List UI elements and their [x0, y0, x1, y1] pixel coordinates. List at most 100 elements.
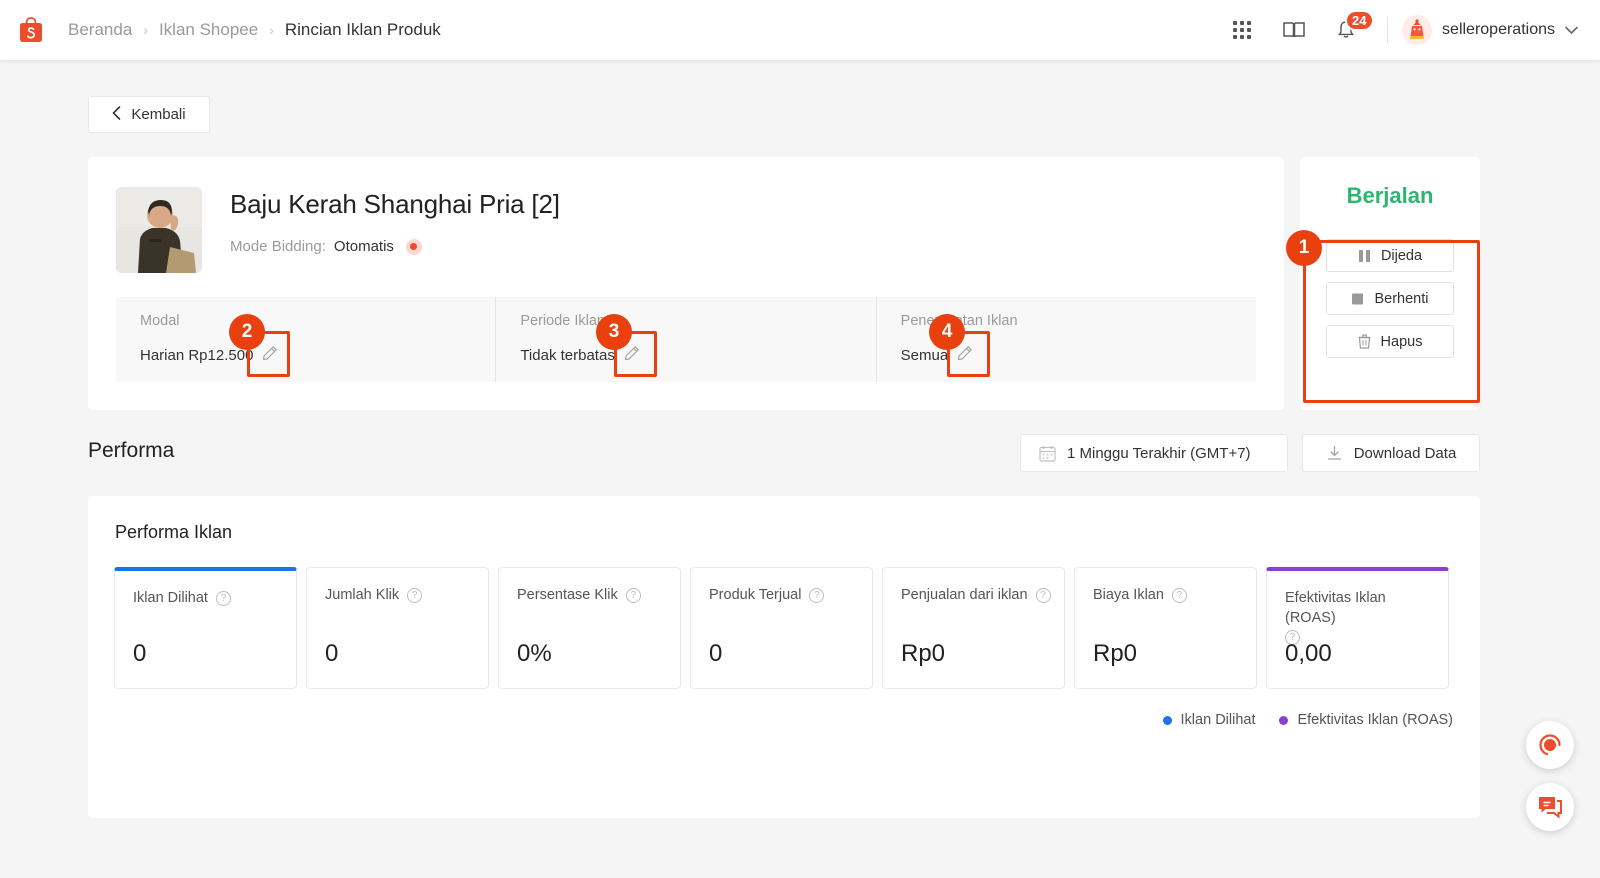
metric-label: Biaya Iklan — [1093, 587, 1164, 603]
header-divider — [1387, 17, 1389, 43]
stop-icon — [1351, 292, 1364, 306]
stat-periode-value: Tidak terbatas — [520, 346, 615, 364]
metric-card-efektivitas-iklan-roas[interactable]: Efektivitas Iklan (ROAS) ? 0,00 — [1266, 567, 1449, 689]
metric-value: Rp0 — [901, 640, 946, 667]
delete-button[interactable]: Hapus — [1326, 325, 1454, 358]
legend-item-iklan-dilihat[interactable]: Iklan Dilihat — [1162, 712, 1256, 728]
periode-edit-pencil-icon[interactable] — [624, 345, 640, 365]
metric-label-wrap: Biaya Iklan ? — [1093, 586, 1245, 606]
metric-card-jumlah-klik[interactable]: Jumlah Klik ? 0 — [306, 567, 489, 689]
header-actions: 24 selleroperations — [1207, 10, 1578, 47]
metric-value: 0 — [133, 640, 147, 667]
calendar-icon — [1039, 445, 1056, 462]
breadcrumb-item-iklan-shopee[interactable]: Iklan Shopee — [159, 20, 258, 40]
metric-card-penjualan-dari-iklan[interactable]: Penjualan dari iklan ? Rp0 — [882, 567, 1065, 689]
avatar[interactable] — [1402, 15, 1433, 45]
metric-label-wrap: Persentase Klik ? — [517, 586, 669, 606]
download-icon — [1326, 445, 1343, 462]
help-icon[interactable]: ? — [407, 588, 423, 603]
chevron-down-icon[interactable] — [1565, 23, 1578, 38]
status-action-buttons: Dijeda Berhenti Hapus — [1326, 239, 1454, 358]
delete-button-label: Hapus — [1380, 333, 1423, 350]
metric-cards: Iklan Dilihat ? 0 Jumlah Klik ? 0 Persen… — [114, 567, 1449, 689]
page-title: Performa — [88, 439, 175, 462]
headset-icon — [1539, 734, 1561, 756]
legend-label: Iklan Dilihat — [1180, 712, 1256, 728]
stat-penempatan-value-row: Semua — [901, 345, 1256, 365]
product-stats-row: Modal Harian Rp12.500 Periode Iklan Tida… — [116, 297, 1256, 382]
legend-label: Efektivitas Iklan (ROAS) — [1297, 712, 1453, 728]
metric-label-wrap: Penjualan dari iklan ? — [901, 586, 1053, 606]
stat-modal-value-row: Harian Rp12.500 — [140, 345, 495, 365]
breadcrumb-separator: › — [143, 22, 148, 38]
metric-card-biaya-iklan[interactable]: Biaya Iklan ? Rp0 — [1074, 567, 1257, 689]
metric-label-wrap: Efektivitas Iklan (ROAS) ? — [1285, 589, 1437, 646]
help-icon[interactable]: ? — [625, 588, 641, 603]
breadcrumb-item-rincian-iklan-produk: Rincian Iklan Produk — [284, 20, 441, 39]
metric-value: 0,00 — [1285, 640, 1332, 667]
metric-label: Penjualan dari iklan — [901, 587, 1028, 603]
metric-card-iklan-dilihat[interactable]: Iklan Dilihat ? 0 — [114, 567, 297, 689]
metric-label-wrap: Iklan Dilihat ? — [133, 589, 285, 609]
ad-status-panel: Berjalan Dijeda Berhenti Hapus — [1300, 157, 1480, 410]
stop-button[interactable]: Berhenti — [1326, 282, 1454, 315]
stat-periode-label: Periode Iklan — [520, 313, 605, 329]
back-button[interactable]: Kembali — [88, 96, 210, 133]
help-icon[interactable]: ? — [809, 588, 825, 603]
metric-value: Rp0 — [1093, 640, 1138, 667]
performance-header: Performa 1 Minggu Terakhir (GMT+7) Downl… — [88, 434, 1480, 476]
stop-button-label: Berhenti — [1374, 290, 1429, 307]
help-icon[interactable]: ? — [1035, 588, 1051, 603]
pause-icon — [1358, 249, 1371, 263]
apps-grid-icon[interactable] — [1225, 13, 1259, 47]
bidding-mode-label: Mode Bidding: — [230, 238, 326, 255]
username-label[interactable]: selleroperations — [1442, 21, 1555, 39]
notification-count-badge: 24 — [1345, 10, 1374, 31]
bidding-mode-row: Mode Bidding: Otomatis — [230, 238, 560, 255]
metric-label-wrap: Produk Terjual ? — [709, 586, 861, 606]
stat-penempatan-label: Penempatan Iklan — [900, 313, 1018, 329]
metric-label: Persentase Klik — [517, 587, 618, 603]
penempatan-edit-pencil-icon[interactable] — [957, 345, 973, 365]
pause-button-label: Dijeda — [1380, 247, 1423, 264]
chat-fab[interactable] — [1526, 783, 1574, 831]
metric-value: 0 — [709, 640, 723, 667]
breadcrumb-item-beranda[interactable]: Beranda — [68, 20, 132, 40]
date-range-picker[interactable]: 1 Minggu Terakhir (GMT+7) — [1020, 434, 1288, 472]
help-icon[interactable]: ? — [215, 591, 231, 606]
legend-item-efektivitas-iklan-roas[interactable]: Efektivitas Iklan (ROAS) — [1279, 712, 1453, 728]
metric-card-produk-terjual[interactable]: Produk Terjual ? 0 — [690, 567, 873, 689]
bell-icon[interactable]: 24 — [1329, 10, 1374, 47]
product-thumbnail[interactable] — [116, 187, 202, 273]
bidding-status-dot-icon — [405, 238, 422, 255]
performance-chart-card: Performa Iklan Iklan Dilihat ? 0 Jumlah … — [88, 496, 1480, 818]
modal-edit-pencil-icon[interactable] — [262, 345, 278, 365]
metric-value: 0% — [517, 640, 552, 667]
product-info-card: Baju Kerah Shanghai Pria [2] Mode Biddin… — [88, 157, 1284, 410]
book-icon[interactable] — [1277, 13, 1311, 47]
shopee-bag-logo-icon[interactable] — [14, 13, 48, 47]
stat-penempatan-iklan: Penempatan Iklan Semua — [875, 297, 1256, 382]
metric-label: Iklan Dilihat — [133, 590, 208, 606]
chart-legend: Iklan Dilihat Efektivitas Iklan (ROAS) — [1162, 712, 1453, 728]
pause-button[interactable]: Dijeda — [1326, 239, 1454, 272]
date-range-label: 1 Minggu Terakhir (GMT+7) — [1067, 444, 1251, 462]
support-fab[interactable] — [1526, 721, 1574, 769]
trash-icon — [1358, 334, 1371, 349]
metric-value: 0 — [325, 640, 339, 667]
help-icon[interactable]: ? — [1171, 588, 1187, 603]
chat-icon — [1539, 797, 1562, 819]
metric-label: Produk Terjual — [709, 587, 802, 603]
breadcrumb: Beranda › Iklan Shopee › Rincian Iklan P… — [68, 20, 441, 40]
stat-penempatan-value: Semua — [900, 346, 949, 364]
stat-modal-label: Modal — [140, 313, 180, 329]
product-header: Baju Kerah Shanghai Pria [2] Mode Biddin… — [88, 157, 1284, 273]
legend-dot-icon — [1279, 715, 1289, 725]
stat-modal-value: Harian Rp12.500 — [140, 346, 254, 364]
metric-card-persentase-klik[interactable]: Persentase Klik ? 0% — [498, 567, 681, 689]
bidding-mode-value: Otomatis — [333, 238, 394, 255]
stat-modal: Modal Harian Rp12.500 — [116, 297, 495, 382]
chart-title: Performa Iklan — [115, 522, 233, 542]
status-badge: Berjalan — [1346, 183, 1434, 208]
download-data-button[interactable]: Download Data — [1302, 434, 1480, 472]
